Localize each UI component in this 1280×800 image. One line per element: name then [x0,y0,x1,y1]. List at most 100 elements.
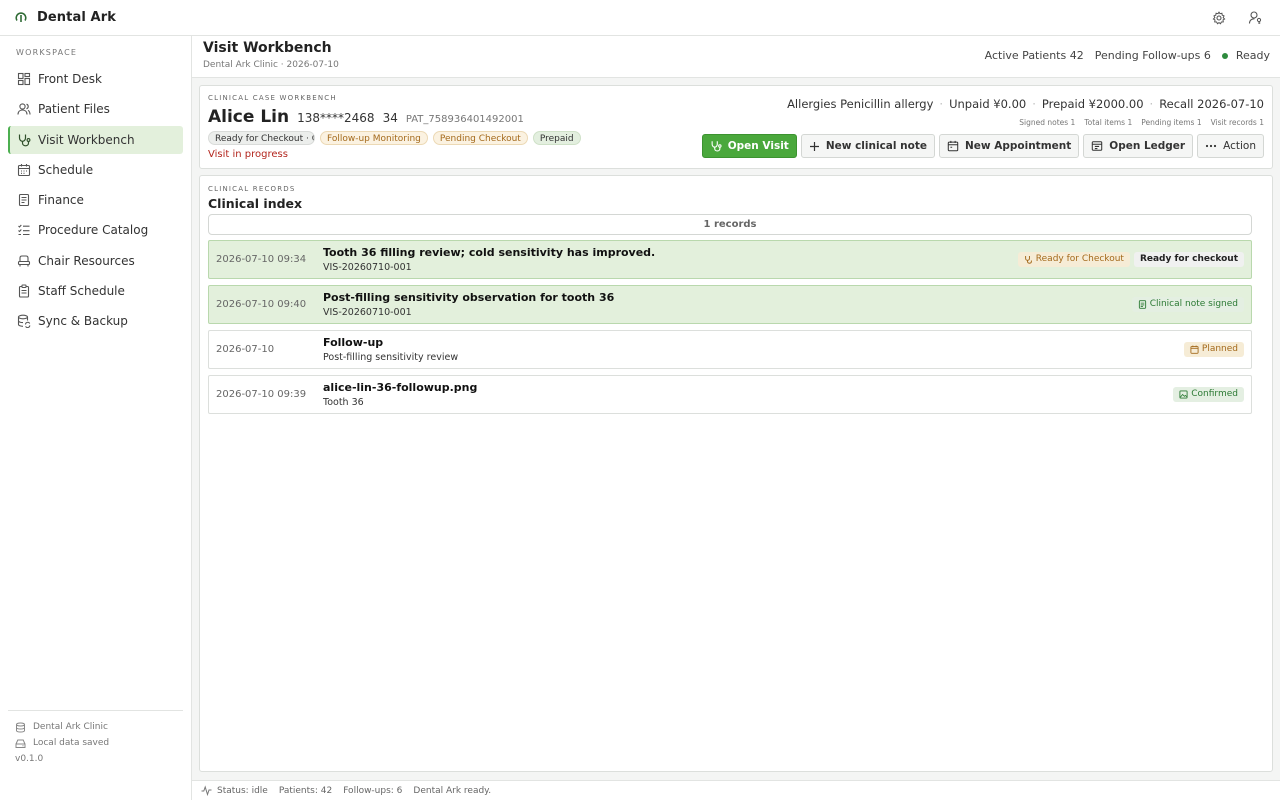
patient-tags: Ready for Checkout · Ch Follow-up Monito… [208,131,581,145]
dashboard-icon [17,72,31,86]
patient-name: Alice Lin [208,107,290,127]
record-subtitle: Post-filling sensitivity review [323,352,459,363]
more-actions-label: Action [1223,140,1256,152]
allergies-info: Allergies Penicillin allergy [787,97,934,111]
sidebar-item-label: Staff Schedule [38,284,125,299]
open-ledger-button[interactable]: Open Ledger [1083,134,1194,158]
image-icon [1179,390,1188,399]
users-icon [17,103,31,115]
patient-phone: 138****2468 [297,111,375,125]
clipboard-icon [18,284,30,298]
patient-identity: Alice Lin 138****2468 34 PAT_75893640149… [208,107,524,127]
record-row[interactable]: 2026-07-10 Follow-up Post-filling sensit… [208,330,1252,369]
patient-id: PAT_758936401492001 [405,114,524,125]
tag-prepaid: Prepaid [532,131,581,145]
save-status-text: Local data saved [33,738,110,748]
sidebar-item-chair-resources[interactable]: Chair Resources [8,247,183,275]
record-title: Post-filling sensitivity observation for… [323,291,615,304]
page-subtitle: Dental Ark Clinic · 2026-07-10 [203,60,339,70]
separator: · [939,97,944,111]
status-patients: Patients: 42 [278,785,333,796]
sidebar-item-front-desk[interactable]: Front Desk [8,65,183,93]
record-subtitle: Tooth 36 [323,397,364,408]
status-badge-label: Clinical note signed [1149,299,1238,309]
database-icon [16,722,25,733]
ready-status-text: Ready [1235,49,1270,62]
ellipsis-icon [1206,144,1217,148]
sidebar-item-label: Patient Files [38,102,110,117]
more-actions-button[interactable]: Action [1197,134,1264,158]
status-bar: Status: idle Patients: 42 Follow-ups: 6 … [192,780,1280,800]
app-version: v0.1.0 [15,754,44,764]
status-badge-label: Confirmed [1191,389,1238,399]
pending-items-count: Pending items 1 [1141,118,1202,127]
calendar-icon [947,140,959,152]
header-stats: Active Patients 42 Pending Follow-ups 6 … [985,49,1270,62]
records-section-label: CLINICAL RECORDS [208,185,296,193]
status-idle-text: Status: idle [217,785,268,796]
total-items-count: Total items 1 [1084,118,1133,127]
case-section-label: CLINICAL CASE WORKBENCH [208,94,337,102]
records-count[interactable]: 1 records [208,214,1252,235]
record-row[interactable]: 2026-07-10 09:39 alice-lin-36-followup.p… [208,375,1252,414]
sidebar-item-label: Procedure Catalog [38,223,149,238]
stethoscope-icon [1024,255,1032,264]
record-time: 2026-07-10 [216,344,275,355]
recall-date: Recall 2026-07-10 [1159,97,1264,111]
sidebar-item-procedure-catalog[interactable]: Procedure Catalog [8,216,183,244]
record-title: Follow-up [323,336,384,349]
app-title: Dental Ark [37,10,116,25]
status-badge-label: Ready for Checkout [1035,254,1124,264]
sidebar: WORKSPACE Front Desk Patient Files Visit… [0,36,192,800]
tag-pending-checkout: Pending Checkout [432,131,528,145]
sidebar-item-staff-schedule[interactable]: Staff Schedule [8,277,183,305]
unpaid-amount: Unpaid ¥0.00 [949,97,1027,111]
chair-icon [17,255,31,267]
status-badge: Ready for Checkout [1017,252,1130,267]
clinical-records-panel: CLINICAL RECORDS Clinical index 1 record… [199,175,1273,772]
page-title: Visit Workbench [203,40,332,56]
new-appointment-button[interactable]: New Appointment [938,134,1080,158]
sidebar-item-label: Chair Resources [38,253,135,268]
hard-drive-icon [15,739,26,748]
new-clinical-note-button[interactable]: New clinical note [800,134,935,158]
sidebar-item-label: Sync & Backup [38,314,128,329]
database-sync-icon [17,315,31,329]
workspace-section-label: WORKSPACE [16,48,78,57]
page-header: Visit Workbench Dental Ark Clinic · 2026… [192,36,1280,78]
sidebar-item-schedule[interactable]: Schedule [8,156,183,184]
sidebar-item-sync-backup[interactable]: Sync & Backup [8,307,183,335]
pending-followups-stat: Pending Follow-ups 6 [1094,49,1211,62]
record-row[interactable]: 2026-07-10 09:34 Tooth 36 filling review… [208,240,1252,279]
plus-icon [809,141,819,151]
user-menu-button[interactable] [1244,7,1266,29]
record-badges: Clinical note signed [1131,297,1244,312]
record-time: 2026-07-10 09:40 [216,299,307,310]
status-badge: Planned [1183,342,1244,357]
status-badge-label: Planned [1201,344,1238,354]
stethoscope-icon [18,134,31,146]
settings-button[interactable] [1208,7,1230,29]
sidebar-item-finance[interactable]: Finance [8,186,183,214]
stethoscope-icon [711,141,722,152]
separator: · [1032,97,1036,111]
status-message: Dental Ark ready. [413,785,492,796]
case-actions: Open Visit New clinical note New Appoint… [701,134,1264,158]
tag-follow-up-monitoring: Follow-up Monitoring [320,131,428,145]
status-badge: Clinical note signed [1131,297,1244,312]
clinic-info: Dental Ark Clinic [8,719,183,735]
app-logo-icon [15,11,27,22]
sidebar-item-visit-workbench[interactable]: Visit Workbench [8,125,183,154]
sidebar-nav: Front Desk Patient Files Visit Workbench… [0,65,191,335]
sidebar-item-patient-files[interactable]: Patient Files [8,95,183,123]
record-subtitle: VIS-20260710-001 [323,307,412,318]
status-badge: Confirmed [1173,387,1244,402]
record-row[interactable]: 2026-07-10 09:40 Post-filling sensitivit… [208,285,1252,324]
open-visit-label: Open Visit [727,140,789,152]
open-visit-button[interactable]: Open Visit [701,134,797,158]
separator: · [1149,97,1154,111]
ready-status: Ready [1221,49,1270,62]
sidebar-footer: Dental Ark Clinic Local data saved v0.1.… [8,710,183,767]
sidebar-item-label: Front Desk [38,72,102,86]
record-badges: Confirmed [1173,387,1244,402]
